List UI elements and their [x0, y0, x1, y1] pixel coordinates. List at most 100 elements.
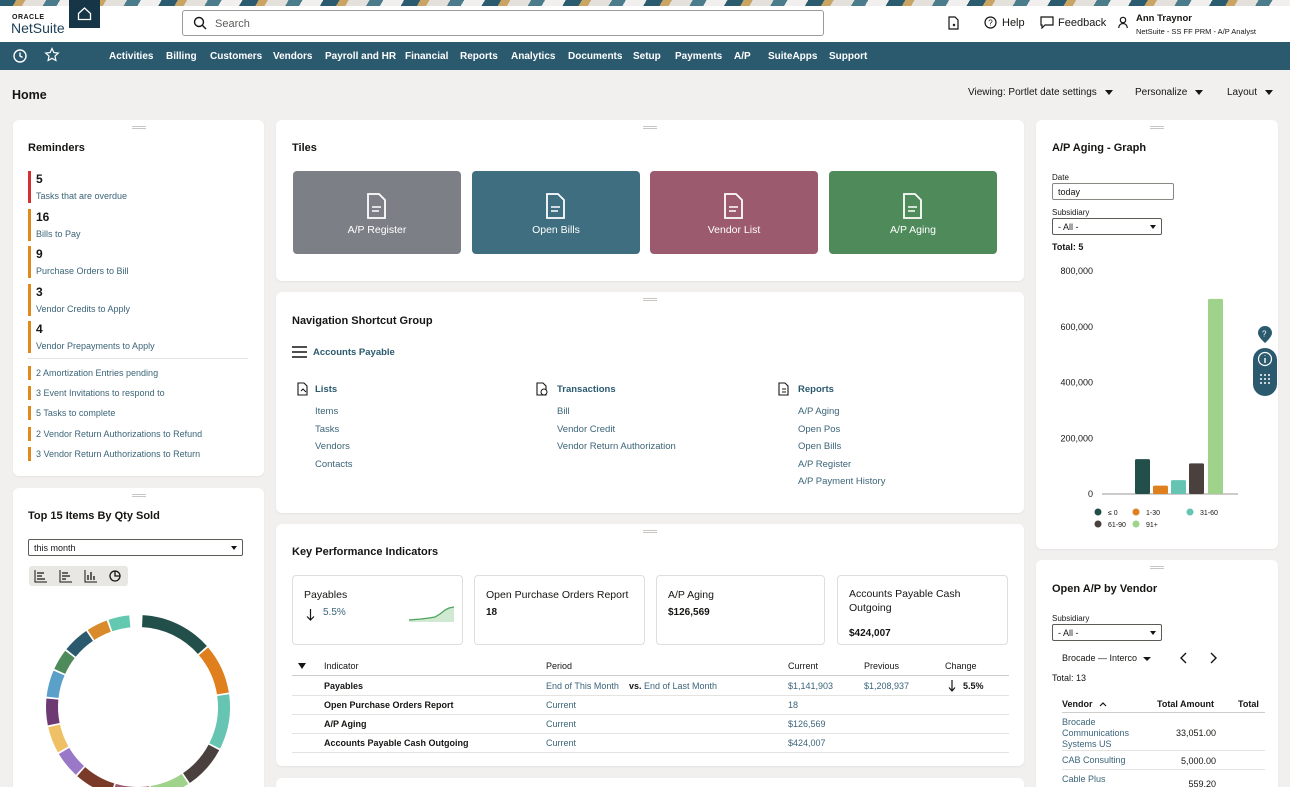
feedback-link[interactable]: Feedback — [1058, 17, 1106, 29]
donut-segment[interactable] — [58, 747, 84, 775]
shortcut-link[interactable]: Tasks — [315, 424, 339, 435]
tile-open-bills[interactable]: Open Bills — [472, 171, 640, 254]
vendor-link[interactable]: CAB Consulting — [1062, 755, 1152, 766]
donut-segment[interactable] — [46, 670, 65, 698]
nav-customers[interactable]: Customers — [210, 51, 262, 62]
reminder-item[interactable]: 5 Tasks to complete — [28, 406, 248, 421]
nav-suiteapps[interactable]: SuiteApps — [768, 51, 817, 62]
kpi-row-period[interactable]: Current — [546, 719, 576, 729]
date-input[interactable]: today — [1052, 183, 1174, 200]
donut-segment[interactable] — [183, 744, 220, 784]
help-marker-icon[interactable]: ? — [1258, 326, 1272, 343]
shortcut-link[interactable]: Bill — [557, 406, 570, 417]
viewing-settings-dropdown[interactable]: Viewing: Portlet date settings — [968, 87, 1113, 98]
recent-records-icon[interactable] — [946, 16, 960, 30]
nav-financial[interactable]: Financial — [405, 51, 448, 62]
shortcut-link[interactable]: Vendor Return Authorization — [557, 441, 676, 452]
vendor-filter-dropdown[interactable]: Brocade — Interco — [1062, 653, 1152, 663]
drag-handle[interactable] — [643, 126, 657, 129]
vendor-link[interactable]: Cable Plus — [1062, 774, 1152, 785]
home-tab[interactable] — [69, 0, 100, 28]
kpi-card[interactable]: Payables 5.5% — [292, 575, 463, 645]
reminder-item[interactable]: 3 Vendor Credits to Apply — [28, 283, 248, 316]
reminder-item[interactable]: 3 Event Invitations to respond to — [28, 386, 248, 401]
column-chart-icon[interactable] — [84, 569, 98, 583]
reminder-item[interactable]: 3 Vendor Return Authorizations to Return — [28, 446, 248, 461]
donut-segment[interactable] — [87, 620, 111, 641]
user-name[interactable]: Ann Traynor — [1136, 13, 1192, 24]
subsidiary-select[interactable]: - All - — [1052, 624, 1162, 641]
favorites-star-icon[interactable] — [44, 47, 60, 63]
donut-segment[interactable] — [54, 650, 75, 674]
nav-payments[interactable]: Payments — [675, 51, 722, 62]
drag-handle[interactable] — [643, 298, 657, 301]
chevron-right-icon[interactable] — [1208, 652, 1218, 664]
period-select[interactable]: this month — [28, 539, 243, 556]
accounts-payable-group[interactable]: Accounts Payable — [313, 347, 395, 358]
drag-handle[interactable] — [643, 530, 657, 533]
donut-segment[interactable] — [77, 767, 115, 787]
help-link[interactable]: Help — [1002, 17, 1025, 29]
kpi-row-period[interactable]: Current — [546, 738, 576, 748]
bar-91+[interactable] — [1208, 298, 1223, 494]
chevron-left-icon[interactable] — [1179, 652, 1189, 664]
reminder-item[interactable]: 4 Vendor Prepayments to Apply — [28, 321, 248, 354]
subsidiary-select[interactable]: - All - — [1052, 218, 1162, 235]
donut-segment[interactable] — [198, 647, 229, 695]
apps-grid-icon[interactable] — [1259, 373, 1271, 385]
total-column-header[interactable]: Total — [1238, 699, 1259, 709]
nav-support[interactable]: Support — [829, 51, 867, 62]
kpi-card[interactable]: A/P Aging $126,569 — [656, 575, 825, 645]
nav-payroll-and-hr[interactable]: Payroll and HR — [325, 51, 396, 62]
total-amount-column-header[interactable]: Total Amount — [1157, 699, 1214, 709]
kpi-card[interactable]: Open Purchase Orders Report 18 — [474, 575, 645, 645]
history-icon[interactable] — [12, 48, 28, 64]
kpi-column-header[interactable]: Change — [945, 661, 977, 671]
tile-a-p-register[interactable]: A/P Register — [293, 171, 461, 254]
donut-segment[interactable] — [108, 615, 131, 632]
collapse-toggle-icon[interactable] — [298, 663, 306, 669]
vendor-link[interactable]: Brocade Communications Systems US — [1062, 717, 1152, 750]
kpi-row-period[interactable]: End of This Month — [546, 681, 619, 691]
nav-setup[interactable]: Setup — [633, 51, 661, 62]
donut-segment[interactable] — [48, 724, 69, 753]
shortcut-link[interactable]: Open Pos — [798, 424, 840, 435]
brand-netsuite[interactable]: NetSuite — [11, 20, 65, 36]
shortcut-link[interactable]: A/P Payment History — [798, 476, 885, 487]
kpi-row-current[interactable]: $126,569 — [788, 719, 826, 729]
shortcut-link[interactable]: Open Bills — [798, 441, 841, 452]
menu-icon[interactable] — [292, 346, 307, 358]
vendor-column-header[interactable]: Vendor — [1062, 699, 1107, 709]
nav-billing[interactable]: Billing — [166, 51, 197, 62]
shortcut-link[interactable]: Contacts — [315, 459, 353, 470]
kpi-card[interactable]: Accounts Payable Cash Outgoing $424,007 — [837, 575, 1008, 645]
reminder-item[interactable]: 5 Tasks that are overdue — [28, 171, 248, 203]
tile-a-p-aging[interactable]: A/P Aging — [829, 171, 997, 254]
nav-activities[interactable]: Activities — [109, 51, 153, 62]
user-role[interactable]: NetSuite - SS FF PRM - A/P Analyst — [1136, 27, 1256, 36]
shortcut-link[interactable]: A/P Aging — [798, 406, 840, 417]
nav-analytics[interactable]: Analytics — [511, 51, 555, 62]
kpi-column-header[interactable]: Current — [788, 661, 818, 671]
drag-handle[interactable] — [1150, 566, 1164, 569]
kpi-row-current[interactable]: $424,007 — [788, 738, 826, 748]
search-input[interactable]: Search — [182, 10, 824, 36]
bar-31-60[interactable] — [1171, 480, 1186, 494]
shortcut-link[interactable]: A/P Register — [798, 459, 851, 470]
kpi-column-header[interactable]: Previous — [864, 661, 899, 671]
horizontal-bar-chart-icon[interactable] — [34, 569, 48, 583]
reminder-item[interactable]: 2 Vendor Return Authorizations to Refund — [28, 426, 248, 441]
drag-handle[interactable] — [131, 126, 146, 129]
layout-dropdown[interactable]: Layout — [1227, 87, 1274, 98]
shortcut-link[interactable]: Vendors — [315, 441, 350, 452]
donut-segment[interactable] — [150, 773, 189, 787]
kpi-row-current[interactable]: $1,141,903 — [788, 681, 833, 691]
bar-1-30[interactable] — [1153, 485, 1168, 494]
stacked-bar-chart-icon[interactable] — [59, 569, 73, 583]
donut-segment[interactable] — [141, 615, 207, 655]
donut-segment[interactable] — [209, 694, 230, 749]
nav-vendors[interactable]: Vendors — [273, 51, 312, 62]
donut-segment[interactable] — [66, 630, 93, 657]
nav-a-p[interactable]: A/P — [734, 51, 751, 62]
bar-≤ 0[interactable] — [1135, 459, 1150, 494]
